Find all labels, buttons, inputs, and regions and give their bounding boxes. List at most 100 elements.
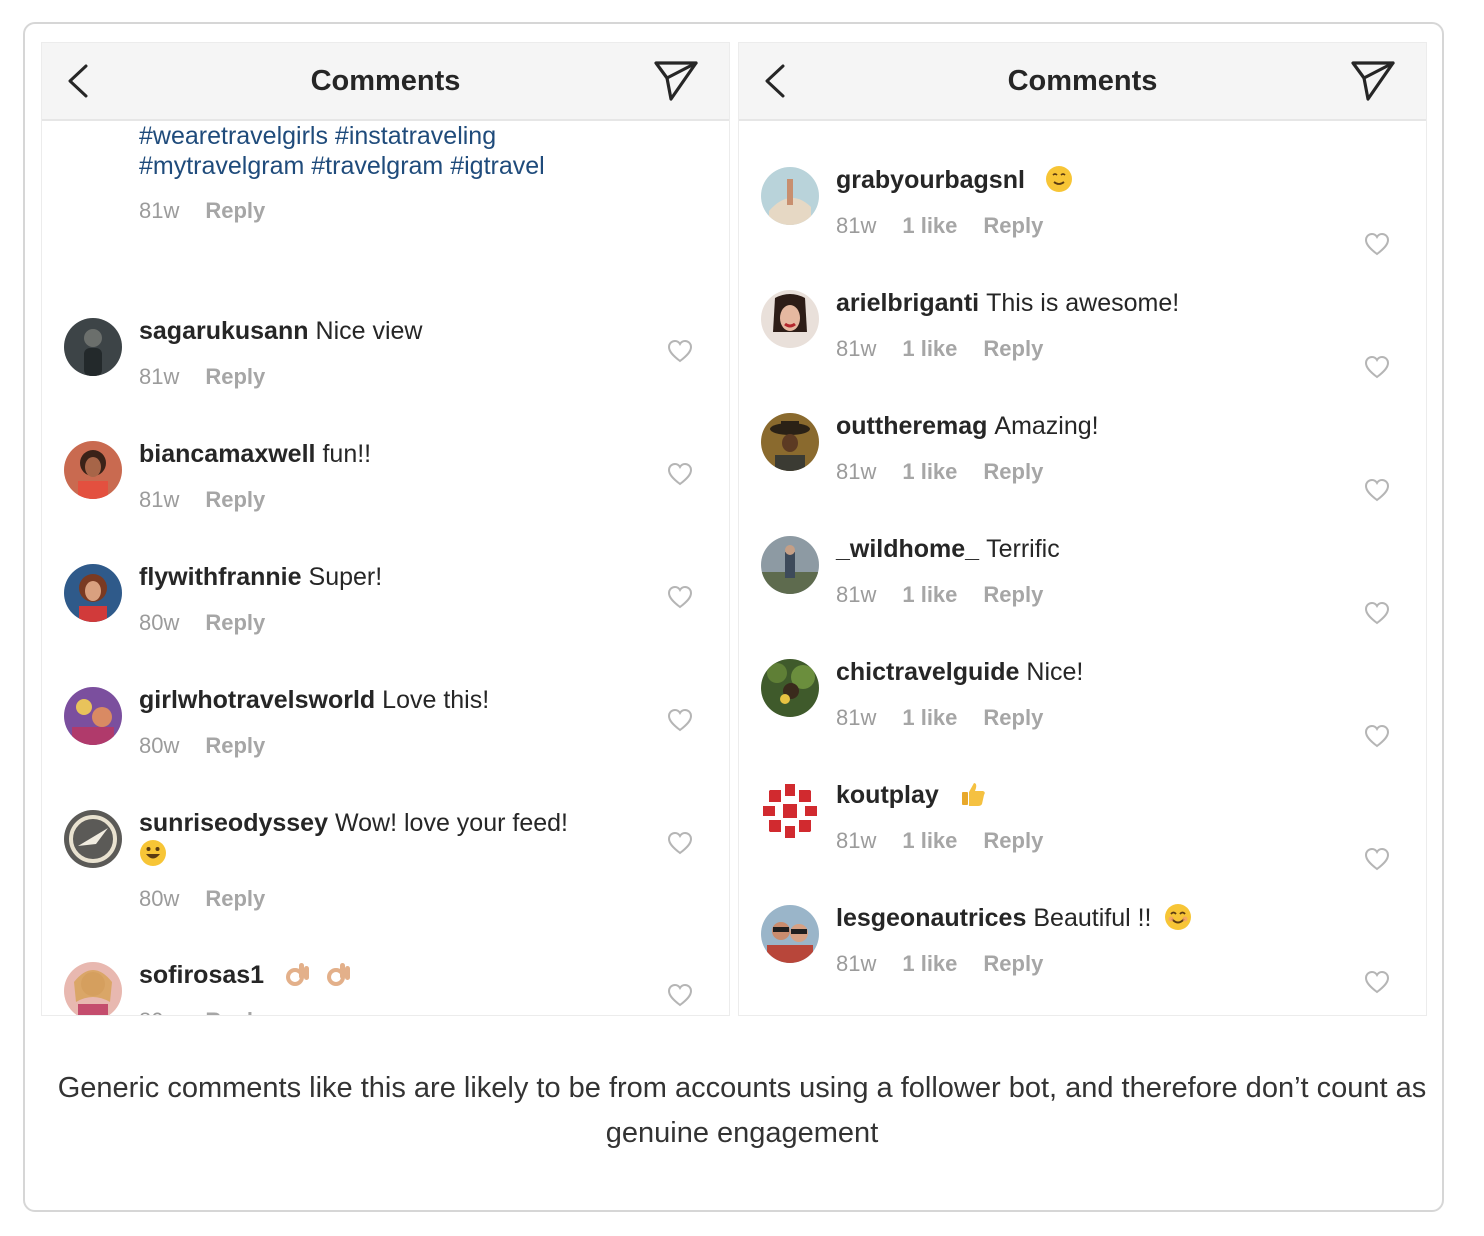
reply-button[interactable]: Reply: [983, 705, 1043, 730]
comment-username[interactable]: sofirosas1: [139, 961, 264, 989]
smiling-face-emoji-icon: [1165, 904, 1192, 930]
comment-username[interactable]: girlwhotravelsworld: [139, 686, 375, 714]
reply-button[interactable]: Reply: [983, 459, 1043, 484]
like-count[interactable]: 1 like: [902, 459, 957, 484]
reply-button[interactable]: Reply: [205, 733, 265, 758]
comment-text: This is awesome!: [986, 289, 1180, 317]
reply-button[interactable]: Reply: [205, 886, 265, 911]
avatar[interactable]: [64, 962, 122, 1016]
like-count[interactable]: 1 like: [902, 336, 957, 361]
comment-text: Nice!: [1026, 658, 1084, 686]
like-count[interactable]: 1 like: [902, 828, 957, 853]
like-count[interactable]: 1 like: [902, 582, 957, 607]
post-caption-hashtags: #wearetravelgirls #instatraveling #mytra…: [139, 121, 699, 181]
comment-username[interactable]: chictravelguide: [836, 658, 1019, 686]
avatar[interactable]: [761, 290, 819, 348]
reply-button[interactable]: Reply: [983, 336, 1043, 361]
reply-button[interactable]: Reply: [205, 487, 265, 512]
comment-text: Nice view: [315, 317, 423, 345]
comment-text: Amazing!: [994, 412, 1099, 440]
reply-button[interactable]: Reply: [205, 364, 265, 389]
reply-button[interactable]: Reply: [205, 610, 265, 635]
reply-button[interactable]: Reply: [983, 828, 1043, 853]
hashtags-line[interactable]: #mytravelgram #travelgram #igtravel: [139, 151, 699, 181]
comment-username[interactable]: outtheremag: [836, 412, 987, 440]
comment-time: 81w: [836, 951, 877, 976]
heart-icon[interactable]: [667, 831, 693, 855]
comment-time: 81w: [836, 582, 877, 607]
like-count[interactable]: 1 like: [902, 951, 957, 976]
avatar[interactable]: [761, 167, 819, 225]
comment-time: 80w: [139, 886, 180, 911]
comment-time: 81w: [836, 828, 877, 853]
comment-username[interactable]: lesgeonautrices: [836, 904, 1026, 932]
grinning-emoji-icon: [140, 840, 166, 866]
ok-hand-emoji-icon: [286, 963, 310, 986]
comment-username[interactable]: grabyourbagsnl: [836, 166, 1025, 194]
comments-header: Comments: [739, 43, 1426, 121]
smiling-emoji-icon: [1045, 166, 1072, 192]
direct-message-icon[interactable]: [653, 59, 699, 103]
page-title: Comments: [310, 65, 461, 97]
avatar[interactable]: [761, 905, 819, 963]
avatar[interactable]: [64, 810, 122, 868]
heart-icon[interactable]: [667, 339, 693, 363]
comment-time: 81w: [836, 213, 877, 238]
avatar[interactable]: [761, 413, 819, 471]
comment-username[interactable]: flywithfrannie: [139, 563, 302, 591]
heart-icon[interactable]: [1364, 970, 1390, 994]
avatar[interactable]: [64, 441, 122, 499]
avatar[interactable]: [64, 687, 122, 745]
reply-button[interactable]: Reply: [205, 198, 265, 223]
comment-text: Terrific: [986, 535, 1060, 563]
like-count[interactable]: 1 like: [902, 213, 957, 238]
comment-username[interactable]: arielbriganti: [836, 289, 979, 317]
thumbs-up-emoji-icon: [961, 783, 985, 806]
comments-header: Comments: [42, 43, 729, 121]
heart-icon[interactable]: [1364, 724, 1390, 748]
heart-icon[interactable]: [1364, 847, 1390, 871]
heart-icon[interactable]: [1364, 232, 1390, 256]
heart-icon[interactable]: [667, 708, 693, 732]
comment-time: 81w: [836, 705, 877, 730]
comment-text: fun!!: [322, 440, 372, 468]
reply-button[interactable]: Reply: [983, 582, 1043, 607]
heart-icon[interactable]: [667, 983, 693, 1007]
comment-text: Super!: [308, 563, 383, 591]
reply-button[interactable]: Reply: [983, 951, 1043, 976]
avatar[interactable]: [64, 564, 122, 622]
heart-icon[interactable]: [667, 585, 693, 609]
comment-username[interactable]: sunriseodyssey: [139, 809, 328, 837]
heart-icon[interactable]: [1364, 478, 1390, 502]
comment-time: 80w: [139, 610, 180, 635]
reply-button[interactable]: Reply: [205, 1008, 265, 1015]
comments-screen-left: Comments #wearetravelgirls #instatraveli…: [41, 42, 730, 1016]
comment-username[interactable]: koutplay: [836, 781, 939, 809]
heart-icon[interactable]: [1364, 601, 1390, 625]
avatar[interactable]: [761, 659, 819, 717]
direct-message-icon[interactable]: [1350, 59, 1396, 103]
comment-time: 80w: [139, 733, 180, 758]
comments-screen-right: Comments grabyourbagsnl 81w 1 like Reply a…: [738, 42, 1427, 1016]
heart-icon[interactable]: [667, 462, 693, 486]
hashtags-line[interactable]: #wearetravelgirls #instatraveling: [139, 121, 699, 151]
comment-time: 81w: [139, 487, 180, 512]
like-count[interactable]: 1 like: [902, 705, 957, 730]
comment-username[interactable]: _wildhome_: [836, 535, 979, 563]
comment-username[interactable]: sagarukusann: [139, 317, 309, 345]
comment-time: 80w: [139, 1008, 179, 1015]
avatar[interactable]: [761, 536, 819, 594]
avatar[interactable]: [761, 782, 819, 840]
ok-hand-emoji-icon: [326, 963, 350, 986]
comment-time: 81w: [836, 459, 877, 484]
comment-text: Beautiful !!: [1033, 904, 1152, 932]
heart-icon[interactable]: [1364, 355, 1390, 379]
page-title: Comments: [1007, 65, 1158, 97]
avatar[interactable]: [64, 318, 122, 376]
comment-username[interactable]: biancamaxwell: [139, 440, 315, 468]
caption-meta: 81w Reply: [139, 198, 291, 224]
reply-button[interactable]: Reply: [983, 213, 1043, 238]
comment-time: 81w: [836, 336, 877, 361]
comment-time: 81w: [139, 364, 180, 389]
comment-text: Love this!: [382, 686, 490, 714]
